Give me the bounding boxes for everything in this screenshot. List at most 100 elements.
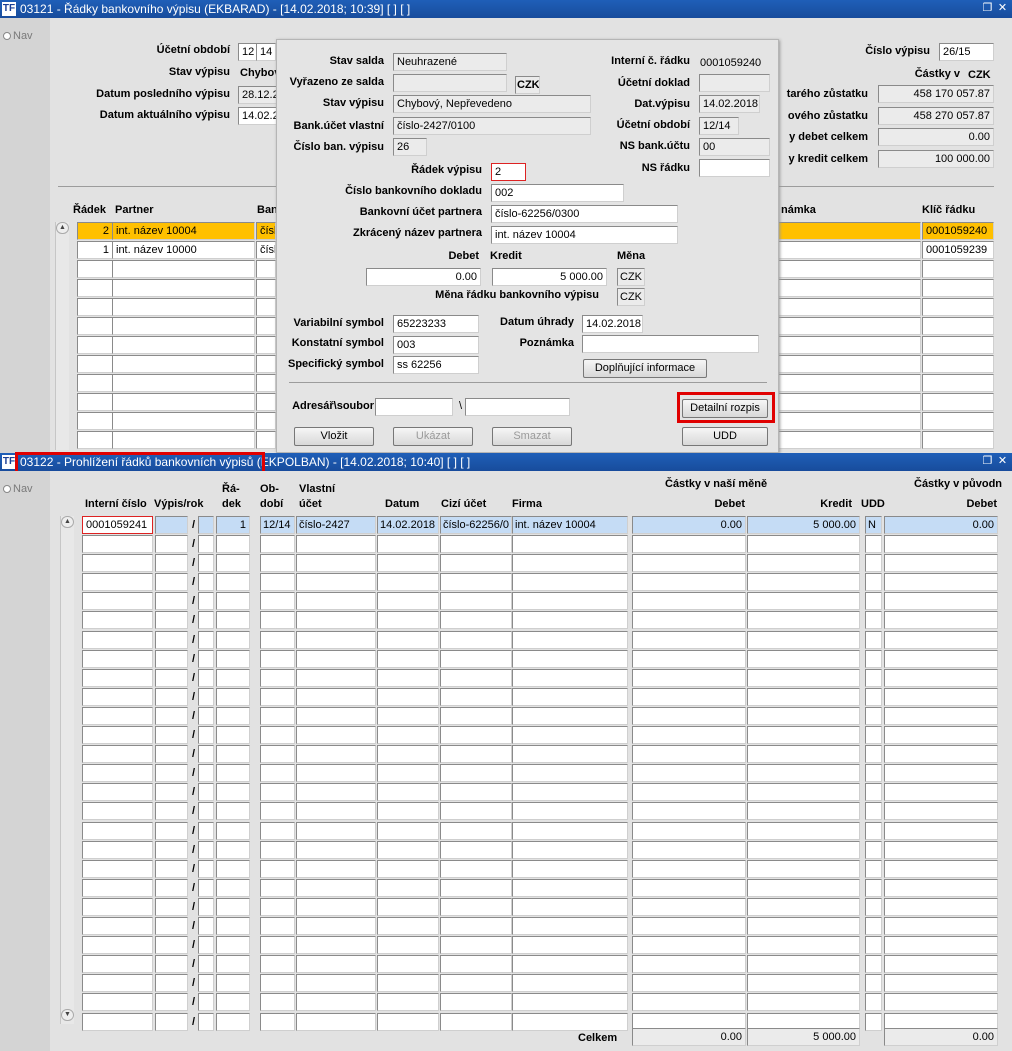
empty-cell[interactable] — [865, 650, 882, 668]
row-interni[interactable]: 0001059241 — [82, 516, 153, 534]
empty-cell[interactable] — [296, 993, 376, 1011]
empty-cell[interactable] — [377, 707, 439, 725]
empty-cell[interactable] — [296, 592, 376, 610]
empty-cell[interactable] — [82, 993, 153, 1011]
empty-cell[interactable] — [198, 611, 214, 629]
empty-cell[interactable] — [296, 669, 376, 687]
empty-cell[interactable] — [155, 802, 188, 820]
empty-cell[interactable] — [82, 783, 153, 801]
empty-cell[interactable] — [884, 993, 998, 1011]
row-klic[interactable]: 0001059240 — [922, 222, 994, 240]
empty-cell[interactable] — [884, 917, 998, 935]
smazat-button[interactable]: Smazat — [492, 427, 572, 446]
empty-cell[interactable] — [884, 936, 998, 954]
empty-cell[interactable] — [440, 554, 512, 572]
empty-cell[interactable] — [440, 592, 512, 610]
empty-cell[interactable] — [747, 611, 860, 629]
empty-cell[interactable] — [884, 898, 998, 916]
empty-cell[interactable] — [198, 822, 214, 840]
empty-cell[interactable] — [632, 879, 746, 897]
empty-cell[interactable] — [632, 726, 746, 744]
empty-cell[interactable] — [256, 298, 276, 316]
empty-cell[interactable] — [884, 726, 998, 744]
empty-cell[interactable] — [747, 879, 860, 897]
empty-cell[interactable] — [82, 860, 153, 878]
empty-cell[interactable] — [198, 554, 214, 572]
empty-cell[interactable] — [777, 317, 921, 335]
row-udd[interactable]: N — [865, 516, 882, 534]
empty-cell[interactable] — [198, 802, 214, 820]
row-obdobi[interactable]: 12/14 — [260, 516, 295, 534]
empty-cell[interactable] — [747, 860, 860, 878]
empty-cell[interactable] — [155, 688, 188, 706]
empty-cell[interactable] — [198, 993, 214, 1011]
empty-cell[interactable] — [747, 802, 860, 820]
close-icon[interactable]: ✕ — [996, 455, 1009, 468]
scroll-up-icon[interactable]: ▲ — [56, 222, 69, 234]
grid-scrollbar[interactable]: ▲ ▼ — [60, 516, 74, 1024]
empty-cell[interactable] — [777, 431, 921, 449]
empty-cell[interactable] — [216, 822, 250, 840]
empty-cell[interactable] — [747, 592, 860, 610]
empty-cell[interactable] — [440, 764, 512, 782]
empty-cell[interactable] — [296, 936, 376, 954]
empty-cell[interactable] — [632, 783, 746, 801]
empty-cell[interactable] — [632, 611, 746, 629]
empty-cell[interactable] — [377, 650, 439, 668]
empty-cell[interactable] — [260, 783, 295, 801]
empty-cell[interactable] — [155, 955, 188, 973]
empty-cell[interactable] — [747, 669, 860, 687]
empty-cell[interactable] — [377, 936, 439, 954]
empty-cell[interactable] — [747, 707, 860, 725]
empty-cell[interactable] — [377, 554, 439, 572]
empty-cell[interactable] — [216, 841, 250, 859]
variabilni-field[interactable]: 65223233 — [393, 315, 479, 333]
empty-cell[interactable] — [77, 431, 113, 449]
empty-cell[interactable] — [256, 412, 276, 430]
row-radek[interactable]: 1 — [77, 241, 113, 259]
empty-cell[interactable] — [512, 592, 628, 610]
empty-cell[interactable] — [198, 898, 214, 916]
empty-cell[interactable] — [155, 573, 188, 591]
empty-cell[interactable] — [198, 573, 214, 591]
empty-cell[interactable] — [884, 650, 998, 668]
empty-cell[interactable] — [260, 993, 295, 1011]
empty-cell[interactable] — [632, 802, 746, 820]
empty-cell[interactable] — [377, 745, 439, 763]
empty-cell[interactable] — [198, 936, 214, 954]
nav-button[interactable]: Nav — [3, 483, 33, 495]
empty-cell[interactable] — [198, 974, 214, 992]
empty-cell[interactable] — [884, 879, 998, 897]
empty-cell[interactable] — [256, 279, 276, 297]
empty-cell[interactable] — [632, 688, 746, 706]
empty-cell[interactable] — [512, 879, 628, 897]
empty-cell[interactable] — [216, 993, 250, 1011]
empty-cell[interactable] — [440, 707, 512, 725]
datum-aktualniho-field[interactable]: 14.02.2 — [238, 107, 278, 125]
empty-cell[interactable] — [884, 631, 998, 649]
empty-cell[interactable] — [632, 974, 746, 992]
empty-cell[interactable] — [440, 631, 512, 649]
empty-cell[interactable] — [296, 554, 376, 572]
empty-cell[interactable] — [922, 355, 994, 373]
empty-cell[interactable] — [155, 974, 188, 992]
empty-cell[interactable] — [512, 669, 628, 687]
empty-cell[interactable] — [260, 955, 295, 973]
empty-cell[interactable] — [865, 783, 882, 801]
empty-cell[interactable] — [216, 917, 250, 935]
empty-cell[interactable] — [82, 726, 153, 744]
empty-cell[interactable] — [216, 688, 250, 706]
empty-cell[interactable] — [155, 669, 188, 687]
empty-cell[interactable] — [512, 554, 628, 572]
empty-cell[interactable] — [198, 1013, 214, 1031]
empty-cell[interactable] — [512, 707, 628, 725]
empty-cell[interactable] — [377, 726, 439, 744]
empty-cell[interactable] — [82, 631, 153, 649]
empty-cell[interactable] — [884, 764, 998, 782]
empty-cell[interactable] — [377, 764, 439, 782]
empty-cell[interactable] — [260, 688, 295, 706]
empty-cell[interactable] — [377, 1013, 439, 1031]
restore-icon[interactable]: ❐ — [981, 2, 994, 15]
empty-cell[interactable] — [777, 279, 921, 297]
empty-cell[interactable] — [884, 707, 998, 725]
